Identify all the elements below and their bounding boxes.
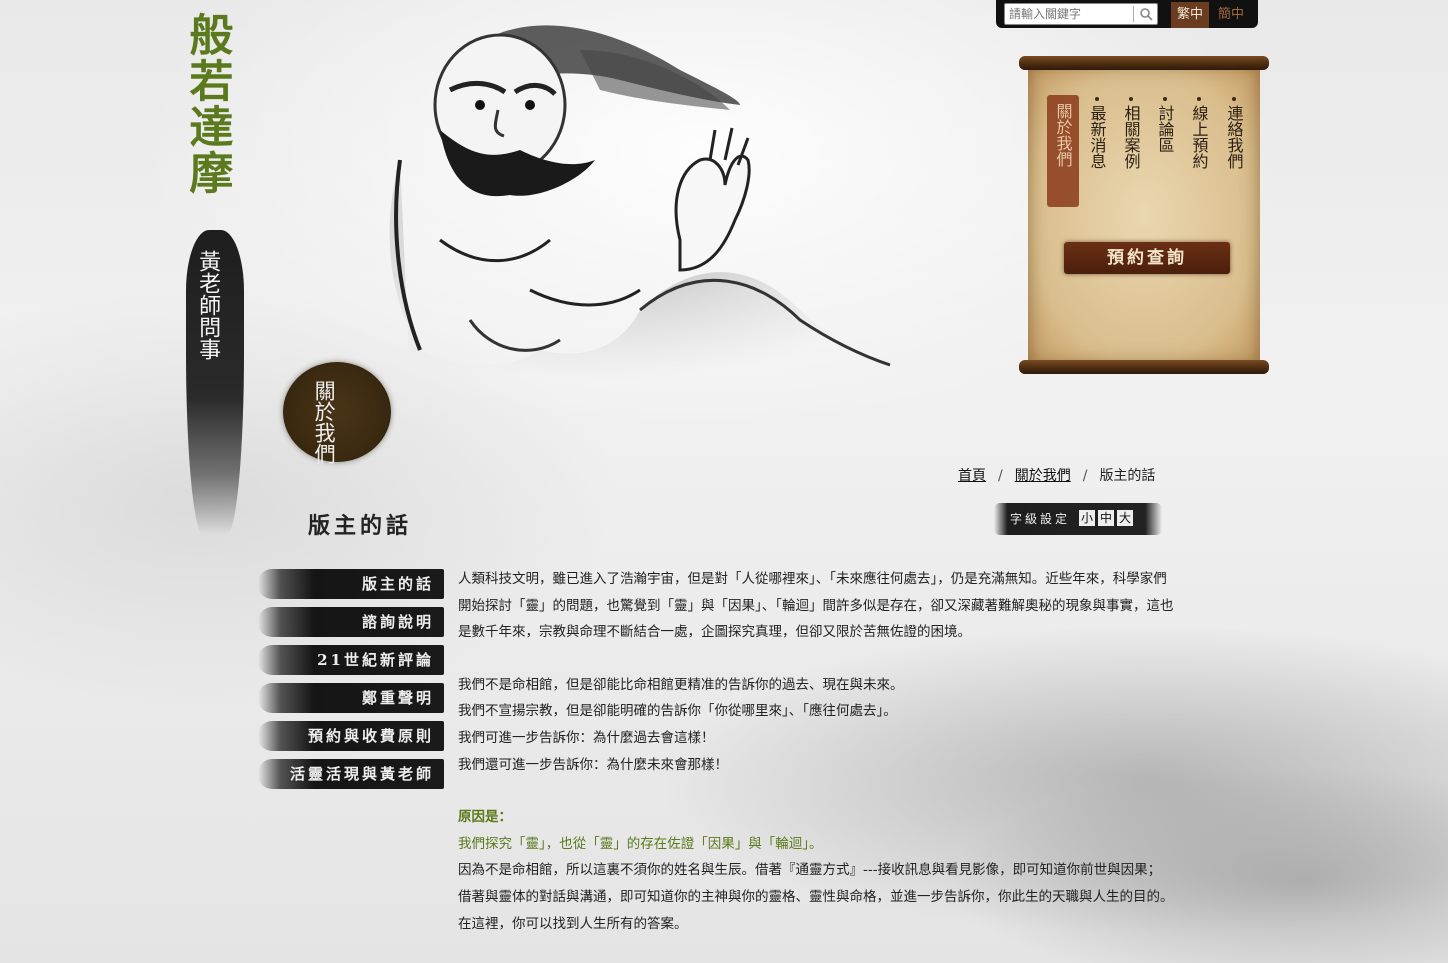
search-icon[interactable] <box>1139 7 1153 21</box>
nav-item-about-us[interactable]: 關於我們 <box>1053 103 1073 167</box>
scroll-top-rod <box>1019 56 1269 70</box>
nav-item-news[interactable]: 最新消息 <box>1087 105 1107 169</box>
side-menu-item[interactable]: 活靈活現與黃老師 <box>258 759 444 789</box>
site-title: 般若達摩 <box>181 12 233 196</box>
nav-item-cases[interactable]: 相關案例 <box>1121 105 1141 169</box>
page-title: 版主的話 <box>308 513 413 539</box>
reason-heading: 原因是： <box>458 809 512 826</box>
nav-bullet <box>1232 97 1236 101</box>
scroll-bottom-rod <box>1019 360 1269 374</box>
nav-item-online-booking[interactable]: 線上預約 <box>1189 105 1209 169</box>
nav-item-contact[interactable]: 連絡我們 <box>1224 105 1244 169</box>
breadcrumb-separator: / <box>998 468 1003 484</box>
bodhidharma-illustration <box>389 25 900 380</box>
site-subtitle: 黃老師問事 <box>195 250 221 360</box>
lang-simplified-button[interactable]: 簡中 <box>1212 2 1250 28</box>
nav-bullet <box>1197 97 1201 101</box>
font-size-small-button[interactable]: 小 <box>1079 510 1095 526</box>
nav-item-forum[interactable]: 討論區 <box>1155 105 1175 153</box>
search-input[interactable] <box>1009 5 1129 23</box>
font-size-large-button[interactable]: 大 <box>1117 510 1133 526</box>
breadcrumb: 首頁 / 關於我們 / 版主的話 <box>958 465 1155 485</box>
method-paragraph: 因為不是命相館，所以這裏不須你的姓名與生辰。借著『通靈方式』---接收訊息與看見… <box>458 862 1174 905</box>
side-menu-item[interactable]: 版主的話 <box>258 569 444 599</box>
nav-bullet <box>1129 97 1133 101</box>
font-size-label: 字級設定 <box>1010 512 1071 526</box>
breadcrumb-current: 版主的話 <box>1099 468 1156 484</box>
breadcrumb-separator: / <box>1082 468 1088 484</box>
statement-line: 我們不是命相館，但是卻能比命相館更精准的告訴你的過去、現在與未來。 <box>458 676 904 693</box>
about-us-seal-text: 關於我們 <box>312 380 337 464</box>
side-menu-item[interactable]: 鄭重聲明 <box>258 683 444 713</box>
side-menu-item[interactable]: 21世紀新評論 <box>258 645 444 675</box>
search-divider <box>1133 6 1134 22</box>
side-menu-item[interactable]: 預約與收費原則 <box>258 721 444 751</box>
statement-line: 我們不宣揚宗教，但是卻能明確的告訴你「你從哪里來」、「應往何處去」。 <box>458 703 897 720</box>
nav-bullet <box>1095 97 1099 101</box>
main-content: 人類科技文明，雖已進入了浩瀚宇宙，但是對「人從哪裡來」、「未來應往何處去」，仍是… <box>458 566 1174 937</box>
breadcrumb-about-us[interactable]: 關於我們 <box>1015 468 1071 484</box>
intro-paragraph: 人類科技文明，雖已進入了浩瀚宇宙，但是對「人從哪裡來」、「未來應往何處去」，仍是… <box>458 571 1174 641</box>
booking-inquiry-button[interactable]: 預約查詢 <box>1064 242 1230 274</box>
reason-text: 我們探究「靈」，也從「靈」的存在佐證「因果」與「輪迴」。 <box>458 835 823 852</box>
statement-line: 我們可進一步告訴你：為什麼過去會這樣！ <box>458 729 715 746</box>
closing-line: 在這裡，你可以找到人生所有的答案。 <box>458 915 688 932</box>
about-us-seal <box>283 362 391 462</box>
lang-traditional-button[interactable]: 繁中 <box>1171 2 1209 28</box>
statement-line: 我們還可進一步告訴你：為什麼未來會那樣！ <box>458 756 728 773</box>
font-size-medium-button[interactable]: 中 <box>1098 510 1114 526</box>
search-box <box>1004 3 1158 25</box>
nav-bullet <box>1163 97 1167 101</box>
breadcrumb-home[interactable]: 首頁 <box>958 468 986 484</box>
side-menu-item[interactable]: 諮詢說明 <box>258 607 444 637</box>
